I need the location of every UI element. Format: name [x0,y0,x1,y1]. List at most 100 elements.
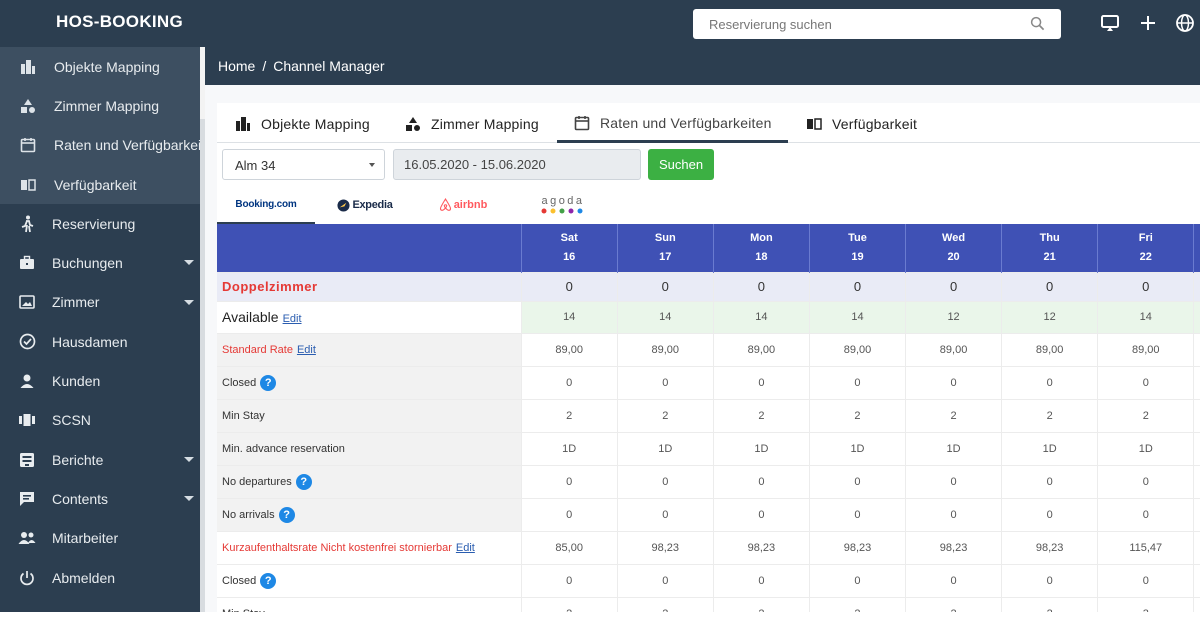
value-cell[interactable]: 2 [1001,596,1098,612]
value-cell[interactable]: 0 [712,563,810,597]
channel-tab-expedia[interactable]: Expedia [327,186,403,224]
value-cell[interactable]: 0 [1193,365,1200,399]
value-cell[interactable]: 85,00 [520,530,618,564]
value-cell[interactable]: 0 [616,365,714,399]
value-cell[interactable]: 0 [905,271,1002,301]
value-cell[interactable]: 2 [905,398,1002,432]
value-cell[interactable]: 0 [808,497,906,531]
value-cell[interactable]: 3 [1193,596,1200,612]
value-cell[interactable]: 14 [1193,300,1200,333]
value-cell[interactable]: 89,00 [712,332,810,366]
value-cell[interactable]: 89,00 [1097,332,1194,366]
value-cell[interactable]: 1D [712,431,810,465]
value-cell[interactable]: 89,00 [520,332,618,366]
edit-link[interactable]: Edit [297,344,316,356]
value-cell[interactable]: 14 [712,300,810,333]
search-button[interactable]: Suchen [648,149,714,180]
sidebar-item-buchungen[interactable]: Buchungen [0,243,200,282]
value-cell[interactable]: 12 [905,300,1002,333]
value-cell[interactable]: 14 [520,300,618,333]
value-cell[interactable]: 0 [1001,464,1098,498]
sidebar-item-hausdamen[interactable]: Hausdamen [0,322,200,361]
value-cell[interactable]: 2 [520,596,618,612]
value-cell[interactable]: 12 [1001,300,1098,333]
chevron-down-icon[interactable] [184,456,194,462]
value-cell[interactable]: 98,23 [712,530,810,564]
value-cell[interactable]: 0 [1193,271,1200,301]
value-cell[interactable]: 0 [520,365,618,399]
value-cell[interactable]: 2 [1001,398,1098,432]
breadcrumb-home[interactable]: Home [218,58,255,74]
value-cell[interactable]: 0 [520,497,618,531]
sidebar-item-mitarbeiter[interactable]: Mitarbeiter [0,519,200,558]
help-icon[interactable]: ? [260,572,277,589]
value-cell[interactable]: 98,23 [808,530,906,564]
value-cell[interactable]: 1D [1097,431,1194,465]
value-cell[interactable]: 1D [616,431,714,465]
value-cell[interactable]: 0 [1001,563,1098,597]
value-cell[interactable]: 0 [808,365,906,399]
sidebar-item-verfuegbarkeit[interactable]: Verfügbarkeit [0,165,200,204]
value-cell[interactable]: 0 [616,497,714,531]
value-cell[interactable]: 0 [905,365,1002,399]
chevron-down-icon[interactable] [184,260,194,266]
value-cell[interactable]: 2 [712,596,810,612]
value-cell[interactable]: 0 [1097,464,1194,498]
value-cell[interactable]: 2 [616,596,714,612]
search-input[interactable] [693,9,1013,39]
value-cell[interactable]: 98,23 [616,530,714,564]
chevron-down-icon[interactable] [184,496,194,502]
sidebar-item-zimmer-mapping[interactable]: Zimmer Mapping [0,86,200,125]
value-cell[interactable]: 0 [1001,497,1098,531]
sidebar-item-berichte[interactable]: Berichte [0,440,200,479]
tab-verfuegbarkeit[interactable]: Verfügbarkeit [806,105,917,143]
value-cell[interactable]: 98,23 [905,530,1002,564]
edit-link[interactable]: Edit [283,313,302,325]
value-cell[interactable]: 89,00 [616,332,714,366]
help-icon[interactable]: ? [278,506,295,523]
monitor-icon[interactable] [1100,13,1120,38]
tab-zimmer-mapping[interactable]: Zimmer Mapping [405,105,539,143]
value-cell[interactable]: 115,47 [1193,530,1200,564]
edit-link[interactable]: Edit [456,542,475,554]
value-cell[interactable]: 1D [1001,431,1098,465]
value-cell[interactable]: 0 [905,563,1002,597]
value-cell[interactable]: 2 [808,596,906,612]
tab-raten-verfuegbarkeiten[interactable]: Raten und Verfügbarkeiten [557,105,788,143]
value-cell[interactable]: 2 [808,398,906,432]
reservation-search[interactable] [693,9,1061,39]
channel-tab-agoda[interactable]: agoda [525,186,601,224]
value-cell[interactable]: 89,00 [905,332,1002,366]
sidebar-item-reservierung[interactable]: Reservierung [0,204,200,243]
value-cell[interactable]: 0 [1001,365,1098,399]
value-cell[interactable]: 1D [808,431,906,465]
sidebar-item-raten[interactable]: Raten und Verfügbarkeiten [0,126,200,165]
channel-tab-airbnb[interactable]: airbnb [425,186,501,224]
value-cell[interactable]: 89,00 [1001,332,1098,366]
channel-tab-booking[interactable]: Booking.com [217,186,315,224]
sidebar-item-objekte-mapping[interactable]: Objekte Mapping [0,47,200,86]
help-icon[interactable]: ? [260,374,277,391]
value-cell[interactable]: 0 [712,271,810,301]
value-cell[interactable]: 2 [1097,398,1194,432]
value-cell[interactable]: 1D [1193,431,1200,465]
value-cell[interactable]: 0 [520,464,618,498]
value-cell[interactable]: 0 [712,497,810,531]
value-cell[interactable]: 1D [520,431,618,465]
tab-objekte-mapping[interactable]: Objekte Mapping [235,105,370,143]
value-cell[interactable]: 2 [712,398,810,432]
value-cell[interactable]: 2 [616,398,714,432]
value-cell[interactable]: 0 [1193,464,1200,498]
plus-icon[interactable] [1139,13,1157,38]
search-icon[interactable] [1030,16,1045,36]
globe-icon[interactable] [1175,13,1195,38]
sidebar-item-zimmer[interactable]: Zimmer [0,283,200,322]
value-cell[interactable]: 0 [808,271,906,301]
sidebar-item-abmelden[interactable]: Abmelden [0,558,200,597]
value-cell[interactable]: 0 [712,365,810,399]
value-cell[interactable]: 0 [616,464,714,498]
value-cell[interactable]: 0 [616,563,714,597]
help-icon[interactable]: ? [295,473,312,490]
value-cell[interactable]: 0 [1097,271,1194,301]
value-cell[interactable]: 0 [520,271,618,301]
